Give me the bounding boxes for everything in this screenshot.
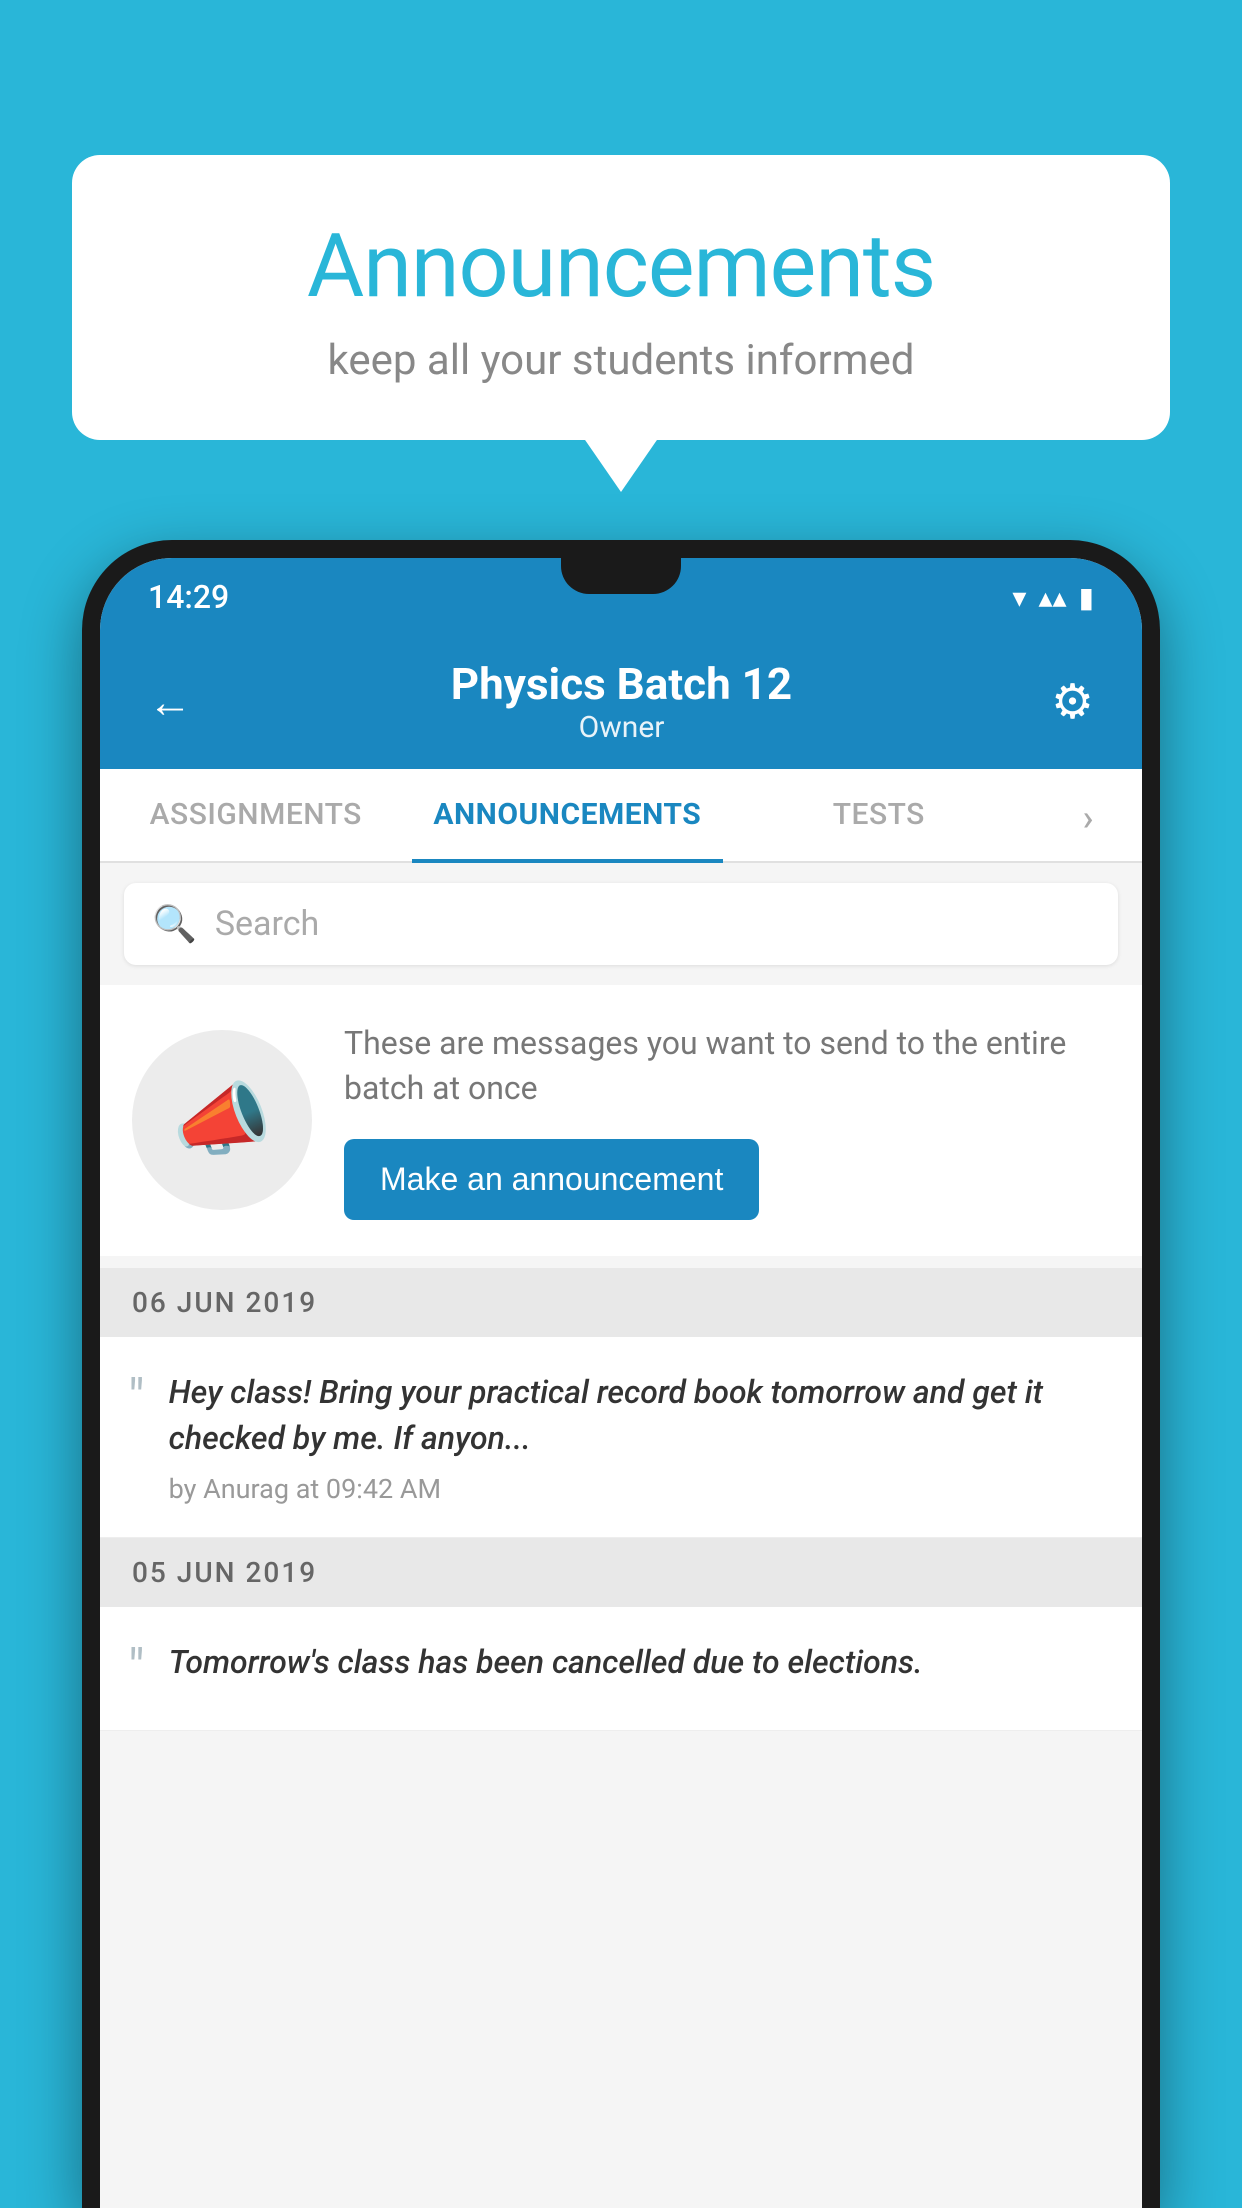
bubble-title: Announcements [152,215,1090,318]
announcement-text-1: Hey class! Bring your practical record b… [169,1369,1110,1462]
announcement-item-1: " Hey class! Bring your practical record… [100,1337,1142,1539]
bubble-subtitle: keep all your students informed [152,336,1090,385]
announcement-item-2: " Tomorrow's class has been cancelled du… [100,1607,1142,1730]
tab-announcements[interactable]: ANNOUNCEMENTS [412,769,724,861]
date-separator-2: 05 JUN 2019 [100,1538,1142,1607]
promo-text: These are messages you want to send to t… [344,1021,1110,1111]
app-header: ← Physics Batch 12 Owner ⚙ [100,630,1142,769]
quote-icon-2: " [128,1643,145,1697]
promo-right: These are messages you want to send to t… [344,1021,1110,1220]
header-title: Physics Batch 12 [451,658,792,710]
megaphone-circle: 📣 [132,1030,312,1210]
search-bar[interactable]: 🔍 Search [124,883,1118,965]
header-center: Physics Batch 12 Owner [451,658,792,745]
announcement-content-1: Hey class! Bring your practical record b… [169,1369,1110,1506]
announcement-text-2: Tomorrow's class has been cancelled due … [169,1639,1110,1685]
announcement-promo: 📣 These are messages you want to send to… [100,985,1142,1256]
signal-icon: ▴▴ [1038,581,1066,614]
megaphone-icon: 📣 [172,1073,272,1167]
header-subtitle: Owner [451,710,792,745]
search-icon: 🔍 [152,903,197,945]
tabs-container: ASSIGNMENTS ANNOUNCEMENTS TESTS › [100,769,1142,863]
tab-tests[interactable]: TESTS [723,769,1035,861]
speech-bubble-container: Announcements keep all your students inf… [72,155,1170,440]
content-area: 🔍 Search 📣 These are messages you want t… [100,863,1142,2208]
tab-more[interactable]: › [1035,769,1142,861]
status-time: 14:29 [148,578,229,616]
quote-icon-1: " [128,1373,145,1506]
announcement-meta-1: by Anurag at 09:42 AM [169,1473,1110,1505]
back-button[interactable]: ← [148,676,192,728]
phone-inner: 14:29 ▾ ▴▴ ▮ ← Physics Batch 12 Owner ⚙ … [100,558,1142,2208]
announcement-content-2: Tomorrow's class has been cancelled due … [169,1639,1110,1697]
wifi-icon: ▾ [1012,581,1026,614]
status-icons: ▾ ▴▴ ▮ [1012,581,1094,614]
battery-icon: ▮ [1079,581,1094,614]
search-placeholder: Search [215,904,319,944]
gear-icon[interactable]: ⚙ [1051,673,1094,730]
tab-assignments[interactable]: ASSIGNMENTS [100,769,412,861]
speech-bubble: Announcements keep all your students inf… [72,155,1170,440]
date-separator-1: 06 JUN 2019 [100,1268,1142,1337]
make-announcement-button[interactable]: Make an announcement [344,1139,759,1220]
phone-notch [561,558,681,594]
phone-mockup: 14:29 ▾ ▴▴ ▮ ← Physics Batch 12 Owner ⚙ … [82,540,1160,2208]
